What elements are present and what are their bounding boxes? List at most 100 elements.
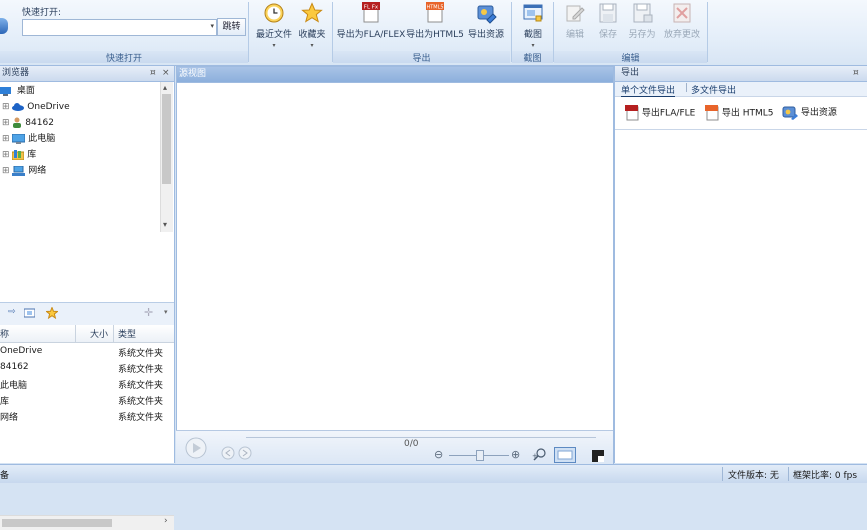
source-view-canvas[interactable] <box>177 83 611 430</box>
expand-icon[interactable]: ⊞ <box>2 118 10 128</box>
export-resources-button[interactable]: 导出资源 <box>782 105 837 120</box>
scroll-right-icon[interactable]: › <box>164 516 168 526</box>
computer-icon <box>11 133 26 144</box>
jump-button[interactable]: 跳转 <box>217 18 246 36</box>
export-fla-button[interactable]: FL Fx 导出为FLA/FLEX <box>336 2 406 40</box>
add-icon[interactable]: ✛ <box>144 306 153 319</box>
status-divider <box>722 467 723 481</box>
export-panel-header: 导出 ¤ <box>615 66 867 82</box>
column-divider[interactable] <box>75 325 76 342</box>
browser-panel-header: 浏览器 ¤ × <box>0 66 174 82</box>
chevron-down-icon: ▾ <box>272 42 276 49</box>
status-text: 备 <box>0 471 10 481</box>
folder-view-icon[interactable] <box>24 308 35 318</box>
favorites-button[interactable]: 收藏夹 ▾ <box>296 2 328 50</box>
item-type: 系统文件夹 <box>118 349 164 359</box>
screenshot-button[interactable]: 截图 ▾ <box>516 2 550 50</box>
forward-arrow-icon[interactable]: ⇨ <box>8 307 16 317</box>
prev-next-icon[interactable] <box>220 446 256 460</box>
column-name[interactable]: 称 <box>0 327 9 340</box>
save-button[interactable]: 保存 <box>593 2 623 40</box>
screenshot-label: 截图 <box>523 30 542 40</box>
favorite-star-icon[interactable] <box>46 307 58 319</box>
tree-item-label: 桌面 <box>16 86 35 96</box>
list-item[interactable]: 网络 系统文件夹 <box>0 408 172 424</box>
background-color-icon[interactable] <box>592 450 604 462</box>
scroll-down-icon[interactable]: ▾ <box>163 220 167 229</box>
list-item[interactable]: OneDrive 系统文件夹 <box>0 344 172 360</box>
html5-file-icon: HTML5 <box>426 2 444 23</box>
discard-changes-button[interactable]: 放弃更改 <box>660 2 704 40</box>
quick-open-group-caption: 快速打开 <box>0 51 248 64</box>
pin-icon[interactable]: ¤ <box>150 66 156 81</box>
scrollbar-thumb[interactable] <box>162 94 171 184</box>
app-menu-orb[interactable] <box>0 18 8 34</box>
source-view-panel: 源视图 <box>176 66 614 465</box>
tree-item-label: OneDrive <box>27 102 70 112</box>
tree-item-desktop[interactable]: 桌面 <box>0 84 35 98</box>
tree-item-label: 库 <box>27 150 37 160</box>
resources-icon <box>477 5 497 24</box>
source-view-header: 源视图 <box>177 67 613 83</box>
zoom-in-icon[interactable]: ⊕ <box>511 448 520 461</box>
export-resources-label: 导出资源 <box>800 108 837 118</box>
play-icon[interactable] <box>184 437 208 459</box>
html5-file-icon <box>705 105 719 121</box>
dropdown-arrow-icon[interactable]: ▾ <box>210 22 214 30</box>
export-fla-label: 导出为FLA/FLEX <box>336 30 406 40</box>
chevron-down-icon[interactable]: ▾ <box>164 308 168 316</box>
export-group-caption: 导出 <box>333 51 510 64</box>
expand-icon[interactable]: ⊞ <box>2 102 10 112</box>
tree-item-network[interactable]: ⊞ 网络 <box>2 164 46 178</box>
column-size[interactable]: 大小 <box>90 327 108 340</box>
tab-multi-file-export[interactable]: 多文件导出 <box>691 83 736 96</box>
expand-icon[interactable]: ⊞ <box>2 134 10 144</box>
tree-item-this-pc[interactable]: ⊞ 此电脑 <box>2 132 55 146</box>
tree-item-label: 网络 <box>28 166 47 176</box>
export-html5-button[interactable]: 导出 HTML5 <box>705 105 774 121</box>
expand-icon[interactable]: ⊞ <box>2 166 10 176</box>
screenshot-group-caption: 截图 <box>512 51 553 64</box>
status-divider <box>788 467 789 481</box>
expand-icon[interactable]: ⊞ <box>2 150 10 160</box>
scroll-up-icon[interactable]: ▴ <box>163 83 167 92</box>
close-icon[interactable]: × <box>162 66 170 81</box>
column-divider[interactable] <box>113 325 114 342</box>
horizontal-scrollbar[interactable]: › <box>0 515 174 530</box>
zoom-slider-thumb[interactable] <box>476 450 484 461</box>
list-item[interactable]: 84162 系统文件夹 <box>0 360 172 376</box>
export-fla-button[interactable]: 导出FLA/FLE <box>625 105 695 121</box>
tree-item-onedrive[interactable]: ⊞ OneDrive <box>2 100 70 114</box>
zoom-out-icon[interactable]: ⊖ <box>434 448 443 461</box>
screenshot-icon <box>523 4 543 22</box>
edit-button[interactable]: 编辑 <box>560 2 590 40</box>
column-type[interactable]: 类型 <box>118 327 136 340</box>
status-bar: 备 文件版本: 无 框架比率: 0 fps <box>0 464 867 483</box>
tree-item-user[interactable]: ⊞ 84162 <box>2 116 54 130</box>
tree-scrollbar[interactable]: ▴ ▾ <box>160 82 173 232</box>
floppy-disk-icon <box>599 3 617 23</box>
export-html5-button[interactable]: HTML5 导出为HTML5 <box>406 2 464 40</box>
pin-icon[interactable]: ¤ <box>853 66 859 81</box>
recent-files-label: 最近文件 <box>255 30 292 40</box>
quick-open-input[interactable]: ▾ <box>22 19 217 36</box>
list-item[interactable]: 此电脑 系统文件夹 <box>0 376 172 392</box>
tab-single-file-export[interactable]: 单个文件导出 <box>621 83 676 97</box>
save-as-button[interactable]: 另存为 <box>625 2 659 40</box>
magnifier-icon[interactable]: + <box>532 448 550 462</box>
fit-view-icon[interactable] <box>554 447 576 463</box>
save-as-icon <box>633 3 653 23</box>
list-item[interactable]: 库 系统文件夹 <box>0 392 172 408</box>
scrollbar-thumb[interactable] <box>2 519 112 527</box>
recent-files-button[interactable]: 最近文件 ▾ <box>252 2 296 50</box>
export-html5-label: 导出 HTML5 <box>721 108 774 119</box>
timeline-track[interactable] <box>246 437 596 438</box>
export-resources-button[interactable]: 导出资源 <box>464 2 508 40</box>
export-fla-label: 导出FLA/FLE <box>641 108 696 119</box>
tree-item-library[interactable]: ⊞ 库 <box>2 148 36 162</box>
export-panel: 导出 ¤ 单个文件导出 | 多文件导出 导出FLA/FLE 导出 HTML5 导… <box>614 66 867 463</box>
edit-group-caption: 编辑 <box>554 51 707 64</box>
browser-panel-title: 浏览器 <box>2 68 30 78</box>
player-controls: 0/0 ⊖ ⊕ + <box>176 430 613 464</box>
network-icon <box>12 165 26 176</box>
